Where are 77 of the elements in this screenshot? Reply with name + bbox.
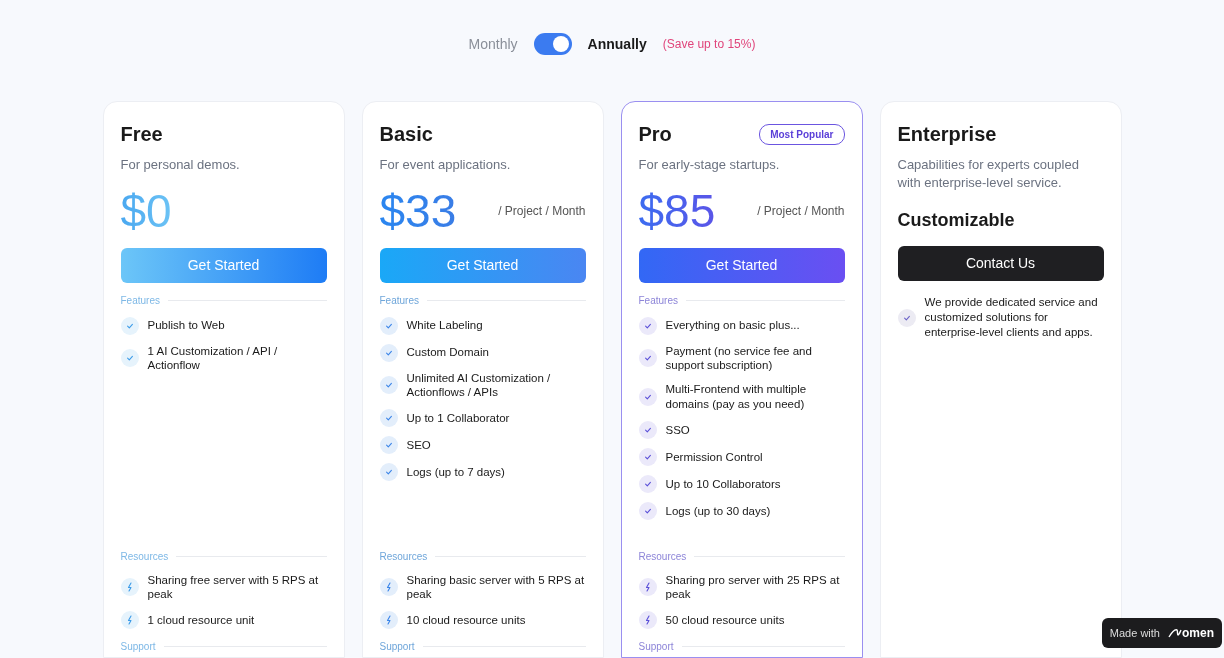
plan-description: For early-stage startups. [638,156,781,174]
feature-text: 50 cloud resource units [665,612,785,628]
check-icon [638,475,657,494]
save-note: (Save up to 15%) [662,36,756,53]
billing-option[interactable]: Monthly [468,33,518,55]
made-with-text: Made with [1109,625,1160,641]
check-icon [638,388,657,407]
check-icon [379,343,398,362]
plan-name: Enterprise [897,122,997,146]
check-icon [379,436,398,455]
feature-text: Sharing basic server with 5 RPS at peak [406,572,586,603]
lightning-icon [120,611,139,630]
section-title: Resources [379,549,428,564]
section-title: Support [379,640,415,655]
lightning-icon [638,611,657,630]
check-icon [897,308,916,327]
feature-text: Payment (no service fee and support subscription) [665,343,813,374]
swoosh-icon [1168,628,1182,638]
feature-text: We provide dedicated service and customized solutions for enterprise-level clients and apps. [924,295,1099,340]
feature-text: Publish to Web [147,318,225,333]
feature-text: Everything on basic plus... [665,318,800,333]
section-title: Features [120,293,160,308]
get-started-button[interactable]: Get Started [638,247,845,283]
plan-name: Pro [638,122,672,146]
feature-text: Up to 10 Collaborators [665,476,781,492]
billing-option[interactable]: Annually [587,33,647,55]
check-icon [120,349,139,368]
feature-text: SEO [406,437,431,453]
feature-text: White Labeling [406,318,483,333]
feature-text: Logs (up to 30 days) [665,503,771,519]
feature-text: Sharing free server with 5 RPS at peak [147,572,320,603]
section-title: Features [638,293,678,308]
price-period: / Project / Month [757,202,845,220]
billing-toggle[interactable] [533,33,572,55]
plan-description: Capabilities for experts coupled with enterprise-level service. [897,156,1080,192]
check-icon [638,448,657,467]
plan-description: For personal demos. [120,156,241,174]
section-title: Support [638,640,674,655]
feature-text: Multi-Frontend with multiple domains (pay as you need) [665,382,808,413]
price-label: Customizable [897,209,1016,233]
feature-text: Permission Control [665,449,763,465]
brand-name: omen [1182,625,1214,642]
check-icon [120,316,139,335]
price-period: / Project / Month [498,202,586,220]
section-title: Features [379,293,419,308]
feature-text: Sharing pro server with 25 RPS at peak [665,572,841,603]
lightning-icon [379,611,398,630]
check-icon [638,421,657,440]
plan-name: Free [120,122,163,146]
get-started-button[interactable]: Get Started [379,247,586,283]
lightning-icon [120,578,139,597]
check-icon [638,316,657,335]
check-icon [379,316,398,335]
feature-text: Custom Domain [406,345,489,360]
feature-text: 10 cloud resource units [406,612,526,628]
check-icon [379,409,398,428]
feature-text: SSO [665,422,690,438]
feature-text: 1 AI Customization / API / Actionflow [147,343,279,374]
feature-text: Unlimited AI Customization / Actionflows / APIs [406,370,552,401]
plan-description: For event applications. [379,156,512,174]
feature-text: Logs (up to 7 days) [406,464,505,480]
section-title: Support [120,640,156,655]
check-icon [638,349,657,368]
get-started-button[interactable]: Get Started [120,247,327,283]
check-icon [379,376,398,395]
check-icon [379,463,398,482]
feature-text: 1 cloud resource unit [147,612,255,628]
lightning-icon [638,578,657,597]
plan-name: Basic [379,122,433,146]
check-icon [638,502,657,521]
lightning-icon [379,578,398,597]
feature-text: Up to 1 Collaborator [406,410,510,426]
popular-badge: Most Popular [759,123,845,145]
section-title: Resources [638,549,687,564]
section-title: Resources [120,549,169,564]
made-with-badge[interactable]: Made with omen [1101,618,1222,648]
contact-button[interactable]: Contact Us [897,246,1104,282]
